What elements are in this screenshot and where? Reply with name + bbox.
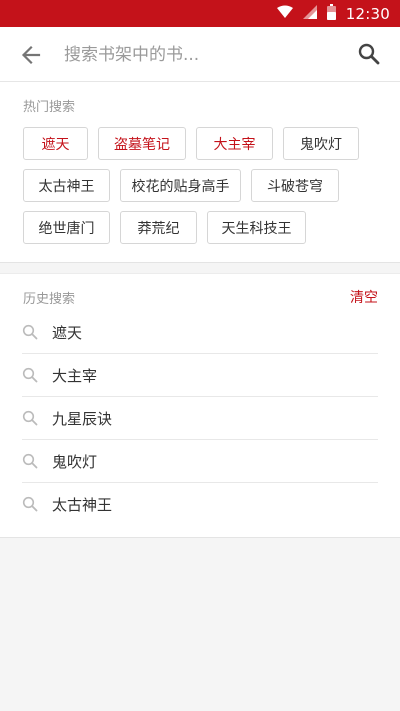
history-item-label: 鬼吹灯 xyxy=(52,453,98,471)
search-bar xyxy=(0,27,400,82)
hot-tag[interactable]: 大主宰 xyxy=(196,127,273,160)
back-button[interactable] xyxy=(18,42,44,68)
search-button[interactable] xyxy=(356,41,382,67)
hot-tag[interactable]: 斗破苍穹 xyxy=(251,169,339,202)
cell-signal-icon xyxy=(302,4,317,23)
wifi-icon xyxy=(276,4,293,23)
hot-tag[interactable]: 莽荒纪 xyxy=(120,211,197,244)
history-item[interactable]: 九星辰诀 xyxy=(22,397,378,440)
search-input[interactable] xyxy=(64,39,334,71)
history-item-label: 九星辰诀 xyxy=(52,410,113,428)
history-item-label: 遮天 xyxy=(52,324,83,342)
status-icons: 12:30 xyxy=(276,0,390,27)
history-item-label: 太古神王 xyxy=(52,496,113,514)
history-search-title: 历史搜索 xyxy=(23,292,76,307)
hot-search-section: 热门搜索 遮天 盗墓笔记 大主宰 鬼吹灯 太古神王 校花的贴身高手 斗破苍穹 绝… xyxy=(0,82,400,263)
status-bar: 12:30 xyxy=(0,0,400,27)
search-icon xyxy=(22,324,38,340)
hot-tag[interactable]: 鬼吹灯 xyxy=(283,127,359,160)
search-icon xyxy=(22,496,38,512)
hot-tag[interactable]: 遮天 xyxy=(23,127,88,160)
history-item[interactable]: 遮天 xyxy=(22,311,378,354)
history-search-section: 历史搜索 清空 遮天 大主宰 九星辰诀 鬼吹灯 太古神王 xyxy=(0,273,400,538)
hot-tag[interactable]: 校花的贴身高手 xyxy=(120,169,241,202)
history-item-label: 大主宰 xyxy=(52,367,98,385)
history-item[interactable]: 太古神王 xyxy=(22,483,378,526)
battery-icon xyxy=(326,3,336,24)
hot-search-title: 热门搜索 xyxy=(23,100,76,115)
status-time: 12:30 xyxy=(345,4,390,23)
search-icon xyxy=(22,453,38,469)
clear-history-button[interactable]: 清空 xyxy=(350,287,378,307)
hot-tag[interactable]: 绝世唐门 xyxy=(23,211,110,244)
search-icon xyxy=(358,43,380,65)
history-item[interactable]: 鬼吹灯 xyxy=(22,440,378,483)
search-icon xyxy=(22,367,38,383)
hot-tag[interactable]: 天生科技王 xyxy=(207,211,306,244)
arrow-left-icon xyxy=(21,45,41,65)
search-icon xyxy=(22,410,38,426)
history-item[interactable]: 大主宰 xyxy=(22,354,378,397)
hot-tag[interactable]: 盗墓笔记 xyxy=(98,127,186,160)
hot-tag[interactable]: 太古神王 xyxy=(23,169,110,202)
